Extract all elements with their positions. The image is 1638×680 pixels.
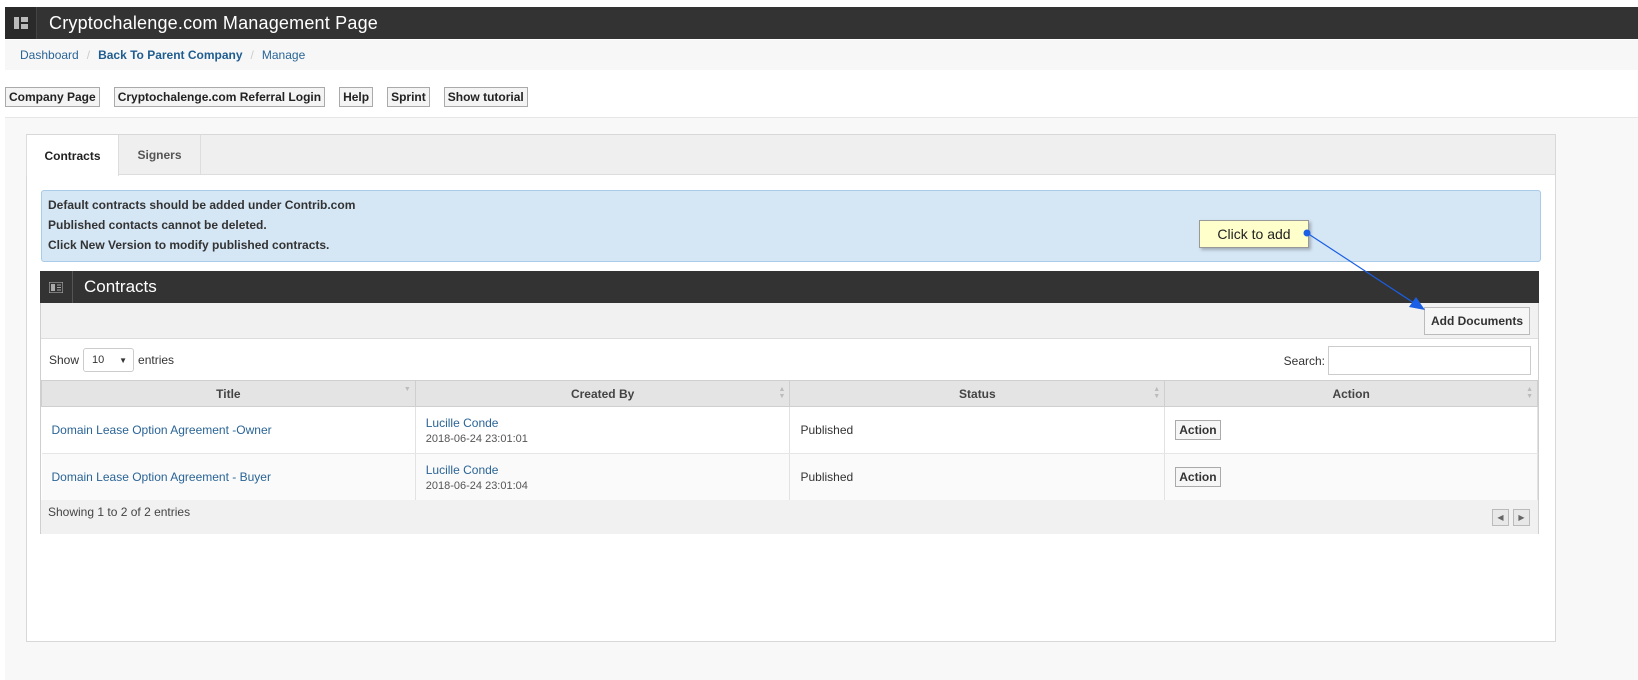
creator-link[interactable]: Lucille Conde [426,463,499,477]
table-row: Domain Lease Option Agreement -Owner Luc… [41,406,1538,454]
cell-status: Published [789,406,1166,454]
search-input[interactable] [1328,346,1531,375]
sort-icon: ▲ ▼ [778,386,786,400]
contract-title-link[interactable]: Domain Lease Option Agreement -Owner [52,423,272,437]
grid-icon[interactable] [5,7,37,39]
alert-line: Default contracts should be added under … [48,198,356,212]
add-documents-button[interactable]: Add Documents [1423,307,1530,335]
sprint-button[interactable]: Sprint [387,87,430,107]
sort-desc-icon: ▼ [403,386,411,393]
breadcrumb: Dashboard / Back To Parent Company / Man… [5,40,1638,70]
column-header-title[interactable]: Title ▼ [41,380,416,407]
alert-line: Published contacts cannot be deleted. [48,218,267,232]
contracts-box: Contracts Add Documents Show 10 ▼ entrie… [40,271,1539,534]
search-control: Search: [1284,346,1531,375]
cell-action: Action [1164,453,1538,501]
sort-icon: ▲ ▼ [1526,386,1533,400]
next-page-icon[interactable]: ▶ [1513,509,1530,526]
previous-page-icon[interactable]: ◀ [1492,509,1509,526]
contracts-table: Title ▼ Created By ▲ ▼ Status ▲ ▼ Action ▲ ▼ Do… [41,380,1538,501]
box-toolbar: Add Documents [41,303,1538,339]
cell-action: Action [1164,406,1538,454]
length-suffix: entries [138,353,175,367]
sort-icon: ▲ ▼ [1153,386,1161,400]
list-icon [40,271,73,303]
table-footer: Showing 1 to 2 of 2 entries ◀ ▶ [41,500,1538,534]
cell-created-by: Lucille Conde 2018-06-24 23:01:04 [415,453,791,501]
contract-title-link[interactable]: Domain Lease Option Agreement - Buyer [52,470,271,484]
breadcrumb-manage[interactable]: Manage [262,48,305,62]
breadcrumb-separator: / [86,48,91,62]
search-label: Search: [1283,353,1325,368]
created-date: 2018-06-24 23:01:04 [425,479,528,492]
cell-created-by: Lucille Conde 2018-06-24 23:01:01 [415,406,791,454]
column-header-action[interactable]: Action ▲ ▼ [1164,380,1538,407]
contracts-box-header: Contracts [40,271,1539,303]
created-date: 2018-06-24 23:01:01 [425,432,528,445]
table-row: Domain Lease Option Agreement - Buyer Lu… [41,453,1538,501]
entries-select-value: 10 [92,354,105,366]
cell-title: Domain Lease Option Agreement -Owner [41,406,416,454]
top-button-row: Company Page Cryptochalenge.com Referral… [5,87,542,107]
length-prefix: Show [49,353,80,367]
entries-length-control: Show 10 ▼ entries [49,348,174,372]
column-header-created-by[interactable]: Created By ▲ ▼ [414,380,791,407]
show-tutorial-button[interactable]: Show tutorial [443,87,528,107]
creator-link[interactable]: Lucille Conde [426,416,499,430]
tab-signers[interactable]: Signers [119,135,201,175]
alert-line: Click New Version to modify published co… [48,238,330,252]
page-title: Cryptochalenge.com Management Page [49,12,378,33]
top-header: Cryptochalenge.com Management Page [5,7,1638,39]
chevron-down-icon: ▼ [119,355,128,365]
click-to-add-tooltip: Click to add [1199,220,1309,248]
column-header-status[interactable]: Status ▲ ▼ [789,380,1166,407]
table-info: Showing 1 to 2 of 2 entries [48,505,191,519]
info-alert: Default contracts should be added under … [41,190,1541,262]
breadcrumb-dashboard[interactable]: Dashboard [20,48,79,62]
action-button[interactable]: Action [1175,467,1221,487]
action-button[interactable]: Action [1175,420,1221,440]
tab-bar: Contracts Signers [26,135,1555,176]
referral-login-button[interactable]: Cryptochalenge.com Referral Login [113,87,326,107]
breadcrumb-back-to-parent[interactable]: Back To Parent Company [98,48,242,62]
help-button[interactable]: Help [339,87,374,107]
breadcrumb-separator: / [250,48,254,62]
cell-status: Published [789,453,1166,501]
contracts-box-title: Contracts [84,277,157,296]
tab-contracts[interactable]: Contracts [26,135,119,176]
company-page-button[interactable]: Company Page [5,87,100,107]
cell-title: Domain Lease Option Agreement - Buyer [41,453,416,501]
entries-select[interactable]: 10 ▼ [83,348,135,372]
